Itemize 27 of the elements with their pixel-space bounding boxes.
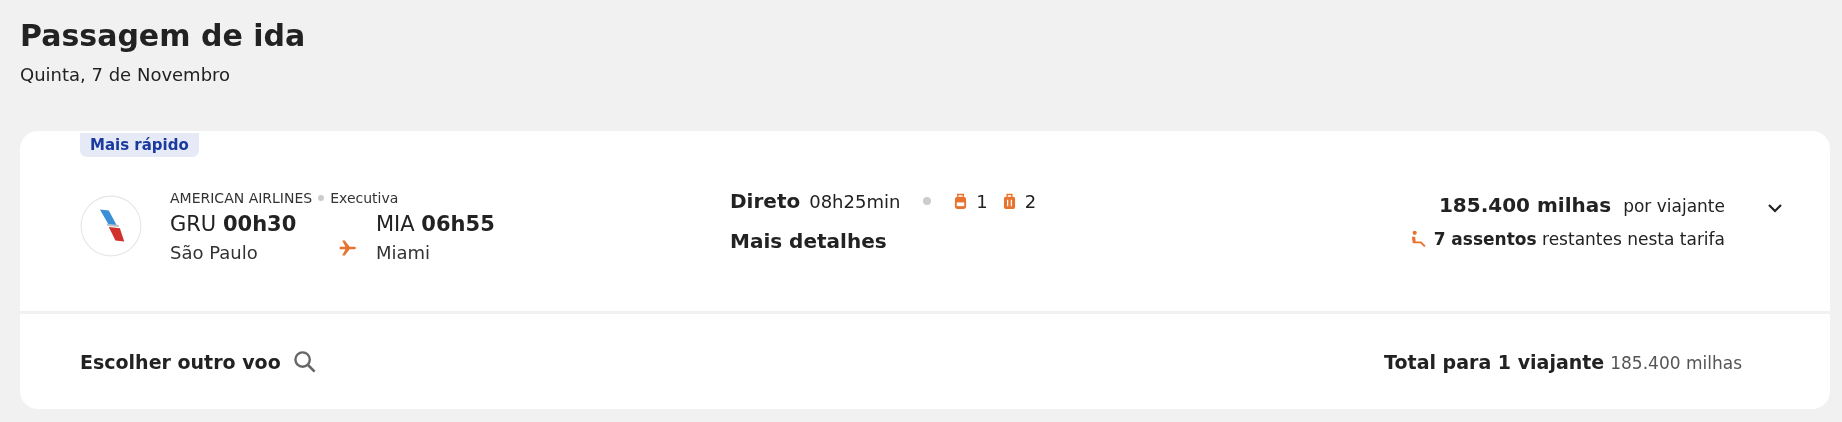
fastest-tag: Mais rápido (80, 133, 199, 157)
flight-date: Quinta, 7 de Novembro (20, 64, 232, 85)
choose-another-flight-button[interactable]: Escolher outro voo (80, 349, 317, 374)
total-miles: 185.400 milhas (1610, 352, 1742, 373)
arrival-city: Miami (376, 241, 432, 263)
cabin-class: Executiva (330, 189, 399, 206)
departure-time: GRU 00h30 (170, 211, 298, 236)
airline-name: AMERICAN AIRLINES (170, 189, 313, 206)
stops-label: Direto (730, 189, 801, 213)
price-note: por viajante (1623, 196, 1725, 216)
seats-remaining: 7 assentos restantes nesta tarifa (1433, 229, 1725, 249)
checked-bag-count: 2 (1024, 190, 1037, 212)
page-title: Passagem de ida (20, 17, 307, 55)
backpack-icon (954, 192, 968, 210)
departure-city: São Paulo (170, 241, 259, 263)
flight-duration: 08h25min (809, 190, 901, 212)
arrival-time: MIA 06h55 (376, 211, 495, 236)
airplane-icon (338, 238, 358, 258)
price-miles: 185.400 milhas (1438, 193, 1612, 217)
separator-dot (923, 197, 932, 205)
carry-on-count: 1 (976, 190, 988, 212)
more-details-link[interactable]: Mais detalhes (730, 229, 887, 253)
search-icon (292, 349, 317, 374)
suitcase-icon (1002, 192, 1016, 210)
total-label: Total para 1 viajante (1384, 350, 1605, 373)
separator-dot (318, 194, 325, 201)
airline-logo-icon (80, 195, 142, 257)
